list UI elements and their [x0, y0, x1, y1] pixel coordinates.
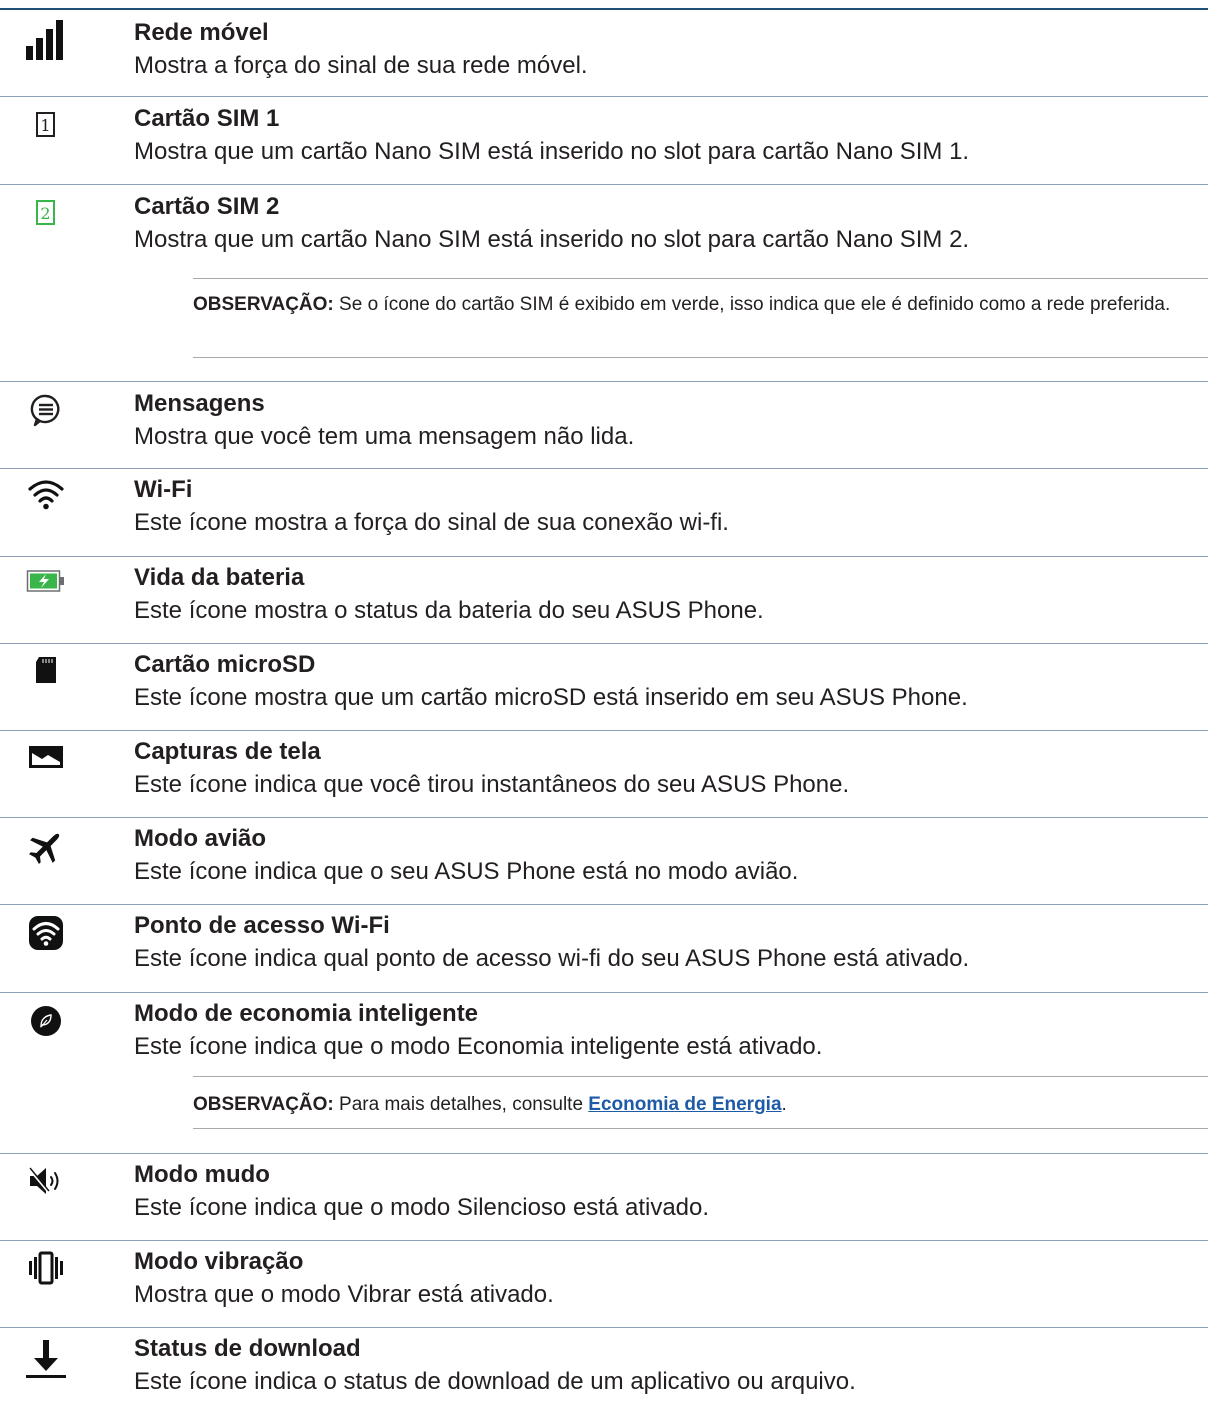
- divider: [0, 381, 1208, 382]
- note-sim-preferred: OBSERVAÇÃO: Se o ícone do cartão SIM é e…: [193, 290, 1193, 319]
- battery-charging-icon: [22, 569, 70, 609]
- item-title: Modo de economia inteligente: [134, 1000, 479, 1027]
- sim-card-1-icon: 1: [22, 112, 70, 152]
- divider: [0, 730, 1208, 731]
- divider: [0, 96, 1208, 97]
- item-title: Cartão SIM 2: [134, 193, 280, 220]
- item-desc: Este ícone mostra que um cartão microSD …: [134, 684, 968, 711]
- item-desc: Este ícone mostra o status da bateria do…: [134, 597, 764, 624]
- top-rule: [0, 8, 1208, 10]
- item-title: Wi-Fi: [134, 476, 193, 503]
- svg-text:1: 1: [40, 116, 50, 135]
- item-desc: Este ícone indica que o seu ASUS Phone e…: [134, 858, 799, 885]
- item-desc: Este ícone indica que o modo Silencioso …: [134, 1194, 710, 1221]
- svg-text:2: 2: [40, 204, 50, 223]
- item-title: Cartão microSD: [134, 651, 316, 678]
- smart-saving-leaf-icon: [22, 1005, 70, 1045]
- signal-bars-icon: [22, 18, 70, 60]
- item-desc: Este ícone indica o status de download d…: [134, 1368, 856, 1395]
- note-divider-bottom: [193, 1128, 1208, 1129]
- item-desc: Mostra a força do sinal de sua rede móve…: [134, 52, 588, 79]
- item-desc: Este ícone indica que você tirou instant…: [134, 771, 850, 798]
- note-divider-top: [193, 1076, 1208, 1077]
- note-label: OBSERVAÇÃO:: [193, 1094, 334, 1115]
- note-smart-saving: OBSERVAÇÃO: Para mais detalhes, consulte…: [193, 1090, 1193, 1119]
- divider: [0, 904, 1208, 905]
- note-label: OBSERVAÇÃO:: [193, 294, 334, 315]
- divider: [0, 817, 1208, 818]
- divider: [0, 184, 1208, 185]
- economia-de-energia-link[interactable]: Economia de Energia: [588, 1094, 781, 1115]
- item-title: Ponto de acesso Wi-Fi: [134, 912, 390, 939]
- item-desc: Mostra que o modo Vibrar está ativado.: [134, 1281, 554, 1308]
- download-arrow-icon: [22, 1338, 70, 1378]
- item-title: Capturas de tela: [134, 738, 321, 765]
- item-title: Cartão SIM 1: [134, 105, 280, 132]
- sim-card-2-icon: 2: [22, 200, 70, 240]
- item-desc: Este ícone indica que o modo Economia in…: [134, 1033, 823, 1060]
- item-desc: Mostra que você tem uma mensagem não lid…: [134, 423, 635, 450]
- vibrate-icon: [22, 1251, 70, 1291]
- note-text: Para mais detalhes, consulte: [333, 1094, 589, 1115]
- item-desc: Este ícone indica qual ponto de acesso w…: [134, 945, 970, 972]
- screenshot-icon: [22, 745, 70, 785]
- wifi-icon: [22, 477, 70, 517]
- item-desc: Este ícone mostra a força do sinal de su…: [134, 509, 729, 536]
- airplane-icon: [22, 828, 70, 868]
- divider: [0, 1240, 1208, 1241]
- mute-speaker-icon: [22, 1166, 70, 1206]
- divider: [0, 1153, 1208, 1154]
- item-title: Modo avião: [134, 825, 267, 852]
- note-text: Se o ícone do cartão SIM é exibido em ve…: [333, 294, 1171, 315]
- item-title: Vida da bateria: [134, 564, 305, 591]
- divider: [0, 643, 1208, 644]
- message-bubble-icon: [22, 393, 70, 433]
- item-title: Mensagens: [134, 390, 265, 417]
- divider: [0, 556, 1208, 557]
- item-title: Modo vibração: [134, 1248, 304, 1275]
- divider: [0, 992, 1208, 993]
- divider: [0, 1327, 1208, 1328]
- microsd-card-icon: [22, 656, 70, 696]
- note-divider-bottom: [193, 357, 1208, 358]
- wifi-hotspot-icon: [22, 915, 70, 955]
- note-text-end: .: [781, 1094, 787, 1115]
- item-desc: Mostra que um cartão Nano SIM está inser…: [134, 138, 970, 165]
- note-divider-top: [193, 278, 1208, 279]
- divider: [0, 468, 1208, 469]
- item-title: Status de download: [134, 1335, 361, 1362]
- item-desc: Mostra que um cartão Nano SIM está inser…: [134, 226, 970, 253]
- item-title: Modo mudo: [134, 1161, 270, 1188]
- item-title: Rede móvel: [134, 19, 269, 46]
